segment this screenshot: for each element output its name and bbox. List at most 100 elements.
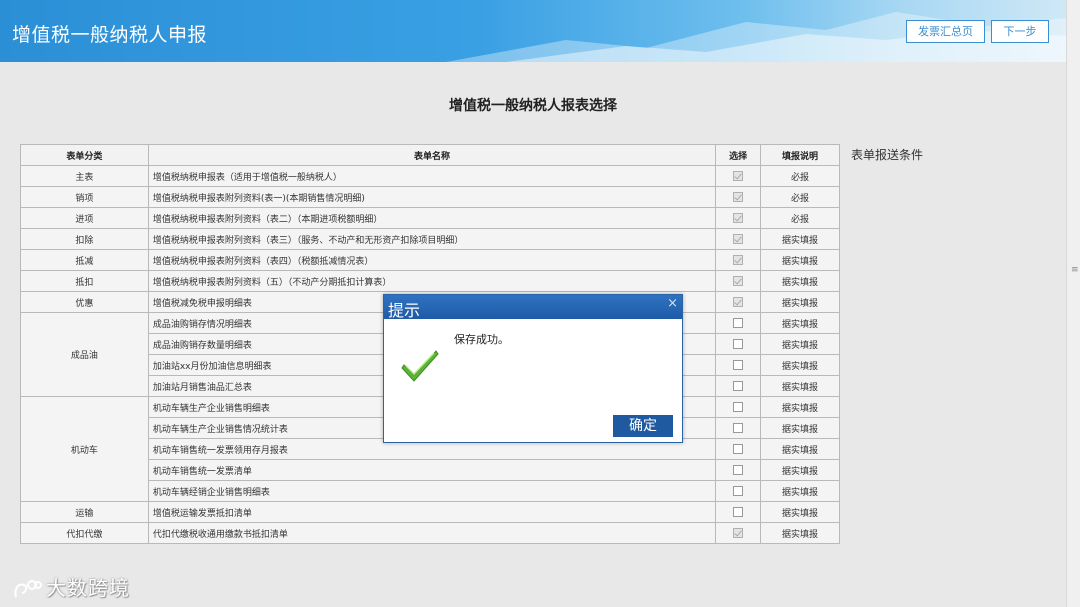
next-step-button[interactable]: 下一步: [991, 20, 1049, 43]
page-title: 增值税一般纳税人报表选择: [449, 98, 617, 114]
instruction-cell: 据实填报: [760, 228, 840, 250]
checkbox-checked[interactable]: [733, 233, 744, 244]
form-submit-conditions-label: 表单报送条件: [851, 148, 924, 162]
checkbox-checked[interactable]: [733, 170, 744, 181]
instruction-cell: 据实填报: [760, 522, 840, 544]
checkbox-checked[interactable]: [733, 296, 744, 307]
instruction-cell: 据实填报: [760, 333, 840, 355]
checkbox-unchecked[interactable]: [733, 359, 744, 370]
form-name-cell: 增值税纳税申报表附列资料（表二）（本期进项税额明细）: [147, 207, 717, 229]
scroll-grip-icon: ≡: [1071, 265, 1079, 275]
category-cell: 主表: [20, 165, 149, 187]
select-cell: [715, 438, 762, 460]
select-cell: [715, 522, 762, 544]
category-cell: 机动车: [20, 396, 149, 502]
form-name-cell: 增值税纳税申报表附列资料（表四）（税额抵减情况表）: [147, 249, 717, 271]
select-cell: [715, 165, 762, 187]
instruction-cell: 据实填报: [760, 291, 840, 313]
dialog-message: 保存成功。: [454, 333, 509, 346]
instruction-cell: 必报: [760, 207, 840, 229]
instruction-cell: 必报: [760, 165, 840, 187]
checkbox-unchecked[interactable]: [733, 380, 744, 391]
form-name-cell: 代扣代缴税收通用缴款书抵扣清单: [147, 522, 717, 544]
checkbox-unchecked[interactable]: [733, 485, 744, 496]
table-row: 抵扣 增值税纳税申报表附列资料（五）（不动产分期抵扣计算表） 据实填报: [20, 270, 840, 292]
select-cell: [715, 459, 762, 481]
checkbox-unchecked[interactable]: [733, 317, 744, 328]
category-cell: 代扣代缴: [20, 522, 149, 544]
instruction-cell: 据实填报: [760, 375, 840, 397]
select-cell: [715, 375, 762, 397]
checkbox-checked[interactable]: [733, 191, 744, 202]
checkbox-unchecked[interactable]: [733, 401, 744, 412]
table-row: 运输 增值税运输发票抵扣清单 据实填报: [20, 501, 840, 523]
select-cell: [715, 417, 762, 439]
form-name-cell: 增值税纳税申报表附列资料（五）（不动产分期抵扣计算表）: [147, 270, 717, 292]
app-title: 增值税一般纳税人申报: [12, 24, 208, 46]
form-name-cell: 机动车销售统一发票清单: [147, 459, 717, 481]
category-cell: 进项: [20, 207, 149, 229]
instruction-cell: 据实填报: [760, 480, 840, 502]
form-name-cell: 机动车辆经销企业销售明细表: [147, 480, 717, 502]
close-icon[interactable]: ×: [667, 296, 678, 311]
form-name-cell: 增值税纳税申报表附列资料（表三）（服务、不动产和无形资产扣除项目明细）: [147, 228, 717, 250]
category-cell: 优惠: [20, 291, 149, 313]
instruction-cell: 据实填报: [760, 249, 840, 271]
instruction-cell: 据实填报: [760, 459, 840, 481]
dialog-title: 提示: [388, 301, 421, 320]
table-row: 抵减 增值税纳税申报表附列资料（表四）（税额抵减情况表） 据实填报: [20, 249, 840, 271]
column-header-form-name: 表单名称: [147, 144, 717, 166]
select-cell: [715, 186, 762, 208]
checkbox-unchecked[interactable]: [733, 338, 744, 349]
category-cell: 销项: [20, 186, 149, 208]
select-cell: [715, 228, 762, 250]
vertical-scrollbar[interactable]: ≡: [1066, 0, 1080, 607]
form-name-cell: 增值税纳税申报表（适用于增值税一般纳税人）: [147, 165, 717, 187]
watermark-text: 大数跨境: [46, 576, 130, 600]
watermark-logo-icon: [14, 579, 42, 597]
checkbox-checked[interactable]: [733, 212, 744, 223]
instruction-cell: 必报: [760, 186, 840, 208]
instruction-cell: 据实填报: [760, 270, 840, 292]
checkbox-unchecked[interactable]: [733, 443, 744, 454]
select-cell: [715, 270, 762, 292]
select-cell: [715, 480, 762, 502]
checkbox-checked[interactable]: [733, 527, 744, 538]
instruction-cell: 据实填报: [760, 354, 840, 376]
checkbox-checked[interactable]: [733, 254, 744, 265]
checkbox-unchecked[interactable]: [733, 506, 744, 517]
instruction-cell: 据实填报: [760, 501, 840, 523]
table-row: 扣除 增值税纳税申报表附列资料（表三）（服务、不动产和无形资产扣除项目明细） 据实填…: [20, 228, 840, 250]
form-name-cell: 增值税运输发票抵扣清单: [147, 501, 717, 523]
select-cell: [715, 207, 762, 229]
select-cell: [715, 312, 762, 334]
instruction-cell: 据实填报: [760, 312, 840, 334]
select-cell: [715, 333, 762, 355]
invoice-summary-button[interactable]: 发票汇总页: [906, 20, 985, 43]
table-header-row: 表单分类 表单名称 选择 填报说明: [20, 144, 840, 166]
table-row: 销项 增值税纳税申报表附列资料(表一)(本期销售情况明细) 必报: [20, 186, 840, 208]
watermark: 大数跨境: [12, 572, 130, 601]
instruction-cell: 据实填报: [760, 396, 840, 418]
select-cell: [715, 291, 762, 313]
checkbox-unchecked[interactable]: [733, 464, 744, 475]
select-cell: [715, 396, 762, 418]
category-cell: 抵减: [20, 249, 149, 271]
confirm-button[interactable]: 确定: [613, 415, 673, 437]
table-row: 代扣代缴 代扣代缴税收通用缴款书抵扣清单 据实填报: [20, 522, 840, 544]
checkbox-checked[interactable]: [733, 275, 744, 286]
category-cell: 成品油: [20, 312, 149, 397]
success-check-icon: [401, 350, 439, 382]
select-cell: [715, 501, 762, 523]
column-header-category: 表单分类: [20, 144, 149, 166]
category-cell: 抵扣: [20, 270, 149, 292]
instruction-cell: 据实填报: [760, 438, 840, 460]
prompt-dialog: 提示 × 保存成功。 确定: [383, 294, 683, 443]
table-row: 进项 增值税纳税申报表附列资料（表二）（本期进项税额明细） 必报: [20, 207, 840, 229]
checkbox-unchecked[interactable]: [733, 422, 744, 433]
dialog-header: 提示 ×: [384, 295, 682, 320]
select-cell: [715, 354, 762, 376]
table-row: 主表 增值税纳税申报表（适用于增值税一般纳税人） 必报: [20, 165, 840, 187]
instruction-cell: 据实填报: [760, 417, 840, 439]
column-header-select: 选择: [715, 144, 762, 166]
